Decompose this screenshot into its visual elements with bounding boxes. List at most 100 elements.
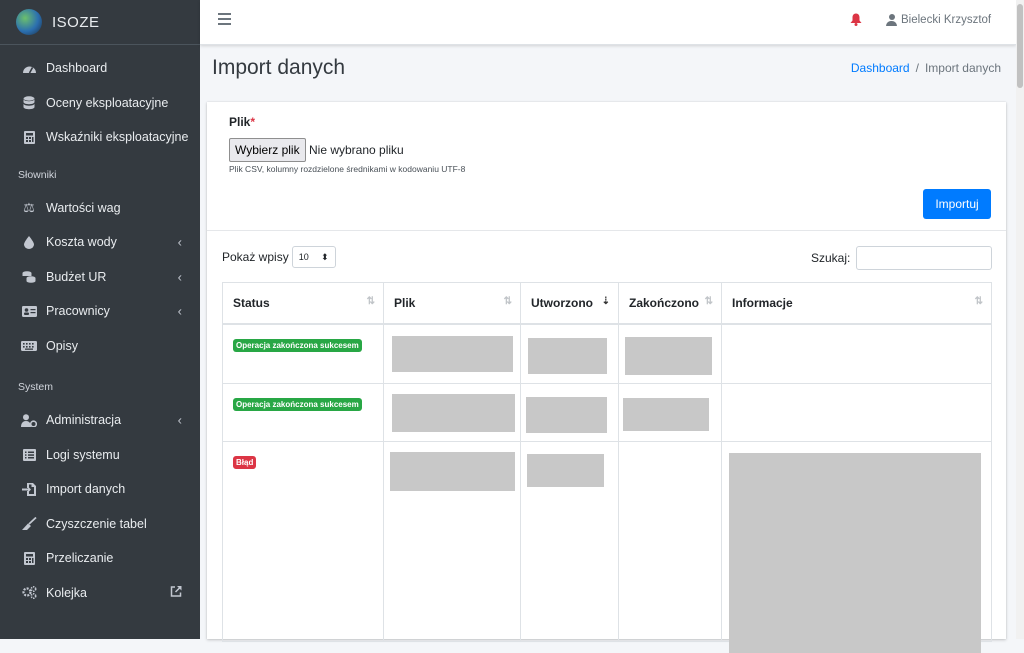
chevron-left-icon: ‹: [177, 303, 182, 319]
content-header: Import danych Dashboard / Import danych: [212, 56, 1004, 80]
import-button[interactable]: Importuj: [923, 189, 991, 219]
sidebar-item-dashboard[interactable]: Dashboard: [0, 51, 200, 86]
sort-desc-icon: ⇣: [601, 296, 610, 307]
column-header-utworzono[interactable]: Utworzono ⇣: [520, 282, 619, 325]
sidebar-item-label: Import danych: [46, 482, 126, 497]
import-table: Status ⇅ Plik ⇅ Utworzono ⇣ Zakończono ⇅ Inf…: [222, 282, 992, 653]
tachometer-icon: [20, 61, 38, 75]
sidebar-item-label: Koszta wody: [46, 235, 117, 250]
breadcrumb-link-dashboard[interactable]: Dashboard: [851, 61, 910, 75]
redacted-block: [392, 336, 513, 372]
table-row: Operacja zakończona sukcesem: [222, 323, 992, 384]
sidebar-item-wskazniki[interactable]: Wskaźniki eksploatacyjne: [0, 120, 200, 155]
coins-icon: [20, 270, 38, 284]
list-icon: [20, 448, 38, 462]
sort-icon: ⇅: [366, 296, 375, 307]
sidebar-item-label: Pracownicy: [46, 304, 110, 319]
required-marker: *: [250, 115, 256, 129]
sort-icon: ⇅: [503, 296, 512, 307]
calculator-icon: [20, 551, 38, 565]
page-length-control: Pokaż wpisy 10 ⬍: [222, 246, 336, 268]
redacted-block: [390, 451, 515, 491]
sidebar-item-label: Budżet UR: [46, 269, 107, 284]
zakonczono-cell: [618, 382, 722, 442]
status-badge: Błąd: [233, 455, 257, 469]
broom-icon: [20, 517, 38, 531]
breadcrumb-separator: /: [915, 61, 919, 75]
sidebar-item-logi[interactable]: Logi systemu: [0, 438, 200, 473]
search-input[interactable]: [856, 246, 993, 270]
sidebar-item-label: Oceny eksploatacyjne: [46, 95, 169, 110]
user-menu[interactable]: Bielecki Krzysztof: [886, 14, 991, 26]
sidebar-item-czyszczenie[interactable]: Czyszczenie tabel: [0, 507, 200, 542]
hamburger-menu-icon[interactable]: [218, 13, 231, 28]
utworzono-cell: [520, 382, 619, 442]
utworzono-cell: [520, 323, 619, 384]
redacted-block: [623, 397, 709, 431]
file-label: Plik*: [229, 115, 255, 129]
search-label: Szukaj:: [811, 251, 851, 265]
keyboard-icon: [20, 339, 38, 353]
status-badge: Operacja zakończona sukcesem: [233, 397, 362, 411]
choose-file-button[interactable]: Wybierz plik: [229, 138, 306, 162]
sidebar-item-administracja[interactable]: Administracja ‹: [0, 403, 200, 438]
external-link-icon: [170, 585, 182, 600]
water-drop-icon: [20, 235, 38, 249]
sidebar-item-label: Wskaźniki eksploatacyjne: [46, 130, 189, 145]
scrollbar-thumb[interactable]: [1017, 4, 1023, 88]
import-card: Plik* Wybierz plik Nie wybrano pliku Pli…: [207, 102, 1006, 653]
column-header-status[interactable]: Status ⇅: [222, 282, 384, 325]
scrollbar[interactable]: [1016, 0, 1024, 639]
sidebar-item-wartosci-wag[interactable]: ⚖ Wartości wag: [0, 191, 200, 226]
nav-header-system: System: [18, 381, 54, 393]
app-name: ISOZE: [52, 13, 100, 31]
sidebar-item-koszta-wody[interactable]: Koszta wody ‹: [0, 225, 200, 260]
sidebar-item-budzet-ur[interactable]: Budżet UR ‹: [0, 260, 200, 295]
table-row: Błąd: [222, 440, 992, 653]
sidebar-item-opisy[interactable]: Opisy: [0, 329, 200, 364]
sidebar-item-label: Opisy: [46, 338, 78, 353]
sidebar-item-label: Dashboard: [46, 61, 108, 76]
column-header-label: Status: [233, 296, 270, 310]
database-icon: [20, 96, 38, 110]
sidebar-item-oceny[interactable]: Oceny eksploatacyjne: [0, 86, 200, 121]
redacted-block: [392, 393, 515, 432]
sidebar-nav: Dashboard Oceny eksploatacyjne Wskaźniki…: [0, 45, 200, 610]
file-label-text: Plik: [229, 115, 251, 129]
status-cell: Operacja zakończona sukcesem: [222, 382, 384, 442]
file-import-icon: [20, 482, 38, 496]
informacje-cell: [721, 440, 992, 653]
chevron-left-icon: ‹: [177, 234, 182, 250]
app-logo-icon: [16, 9, 42, 35]
user-icon: [886, 14, 897, 26]
sidebar: ISOZE Dashboard Oceny eksploatacyjne Wsk…: [0, 0, 200, 639]
informacje-cell: [721, 323, 992, 384]
column-header-plik[interactable]: Plik ⇅: [383, 282, 521, 325]
sidebar-item-kolejka[interactable]: Kolejka: [0, 576, 200, 611]
sidebar-item-label: Przeliczanie: [46, 551, 114, 566]
brand[interactable]: ISOZE: [0, 0, 200, 45]
status-badge: Operacja zakończona sukcesem: [233, 339, 362, 352]
search-control: Szukaj:: [811, 246, 993, 270]
redacted-block: [729, 452, 981, 653]
sort-icon: ⇅: [704, 296, 713, 307]
select-arrows-icon: ⬍: [321, 251, 329, 262]
bell-icon[interactable]: [850, 13, 862, 29]
column-header-label: Plik: [394, 296, 416, 310]
topbar: Bielecki Krzysztof: [200, 0, 1016, 45]
column-header-informacje[interactable]: Informacje ⇅: [721, 282, 992, 325]
sidebar-item-przeliczanie[interactable]: Przeliczanie: [0, 541, 200, 576]
sidebar-item-import-danych[interactable]: Import danych: [0, 472, 200, 507]
plik-cell: [383, 382, 521, 442]
redacted-block: [527, 453, 604, 487]
breadcrumb: Dashboard / Import danych: [851, 61, 1001, 75]
column-header-zakonczono[interactable]: Zakończono ⇅: [618, 282, 722, 325]
status-cell: Operacja zakończona sukcesem: [222, 323, 384, 384]
no-file-text: Nie wybrano pliku: [309, 143, 404, 157]
sidebar-item-pracownicy[interactable]: Pracownicy ‹: [0, 294, 200, 329]
plik-cell: [383, 440, 521, 642]
page-length-select[interactable]: 10 ⬍: [291, 246, 336, 268]
table-row: Operacja zakończona sukcesem: [222, 382, 992, 442]
sidebar-item-label: Wartości wag: [46, 200, 121, 215]
table-header-row: Status ⇅ Plik ⇅ Utworzono ⇣ Zakończono ⇅ Inf…: [222, 282, 992, 325]
